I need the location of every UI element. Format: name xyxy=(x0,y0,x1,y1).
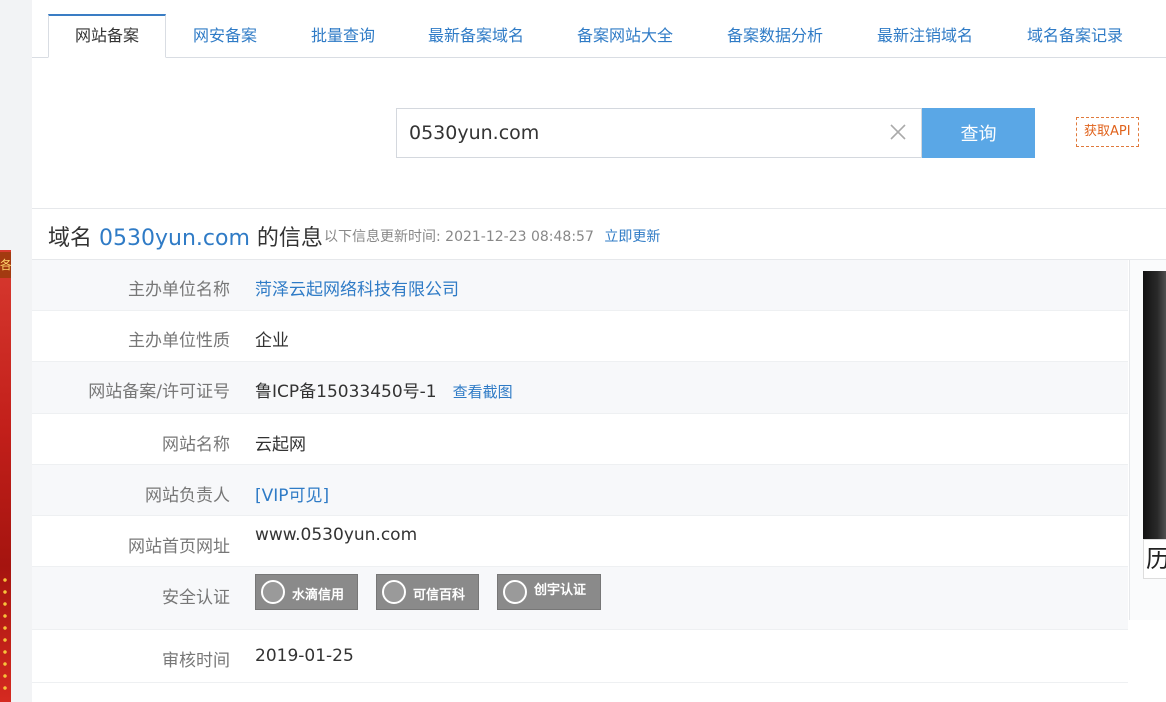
tab-security-filing[interactable]: 网安备案 xyxy=(166,14,284,58)
row-label: 安全认证 xyxy=(162,588,230,608)
main-panel: 网站备案 网安备案 批量查询 最新备案域名 备案网站大全 备案数据分析 最新注销… xyxy=(32,0,1166,702)
update-time: 2021-12-23 08:48:57 xyxy=(445,229,594,245)
search-box xyxy=(396,108,922,158)
badge-label: 水滴信用 xyxy=(292,588,345,603)
review-time-value: 2019-01-25 xyxy=(255,646,354,666)
v-shield-icon xyxy=(503,580,527,604)
view-screenshot-link[interactable]: 查看截图 xyxy=(453,383,513,401)
tab-domain-filing-records[interactable]: 域名备案记录 xyxy=(1000,14,1150,58)
title-domain: 0530yun.com xyxy=(99,226,250,251)
get-api-link[interactable]: 获取API xyxy=(1076,117,1139,147)
shuidi-credit-badge[interactable]: 水滴信用 xyxy=(255,574,358,610)
seal-icon xyxy=(382,580,406,604)
search-button[interactable]: 查询 xyxy=(922,108,1035,158)
chuangyu-cert-badge[interactable]: 创宇认证 xyxy=(497,574,601,610)
table-row: 安全认证 水滴信用 可信百科 创宇认证 xyxy=(32,567,1128,630)
row-label: 主办单位名称 xyxy=(128,280,230,300)
clear-icon[interactable] xyxy=(887,121,909,143)
row-label: 网站首页网址 xyxy=(128,537,230,557)
table-row: 网站负责人 [VIP可见] xyxy=(32,465,1128,516)
tab-latest-filing-domains[interactable]: 最新备案域名 xyxy=(402,14,550,58)
owner-vip-link[interactable]: [VIP可见] xyxy=(255,486,329,506)
update-info: 以下信息更新时间: 2021-12-23 08:48:57 立即更新 xyxy=(324,226,660,246)
side-photo[interactable] xyxy=(1143,271,1166,539)
water-drop-icon xyxy=(261,580,285,604)
tab-filing-site-directory[interactable]: 备案网站大全 xyxy=(550,14,700,58)
title-prefix: 域名 xyxy=(48,226,93,251)
trusted-baike-badge[interactable]: 可信百科 xyxy=(376,574,479,610)
info-header: 域名 0530yun.com 的信息 以下信息更新时间: 2021-12-23 … xyxy=(32,208,1166,260)
side-caption: 历 xyxy=(1143,539,1166,579)
ad-strip-decoration xyxy=(2,574,8,694)
table-row: 审核时间 2019-01-25 xyxy=(32,630,1128,683)
row-label: 主办单位性质 xyxy=(128,331,230,351)
tab-batch-query[interactable]: 批量查询 xyxy=(284,14,402,58)
row-label: 网站备案/许可证号 xyxy=(88,382,230,402)
table-row: 网站首页网址 www.0530yun.com xyxy=(32,516,1128,567)
sponsor-name-link[interactable]: 菏泽云起网络科技有限公司 xyxy=(255,280,459,300)
table-row: 网站备案/许可证号 鲁ICP备15033450号-1 查看截图 xyxy=(32,362,1128,414)
license-number: 鲁ICP备15033450号-1 xyxy=(255,382,437,402)
table-row: 主办单位名称 菏泽云起网络科技有限公司 xyxy=(32,260,1128,311)
site-name-value: 云起网 xyxy=(255,435,306,455)
sponsor-type-value: 企业 xyxy=(255,331,289,351)
side-card: 历 xyxy=(1129,260,1166,620)
page-title: 域名 0530yun.com 的信息 xyxy=(48,220,323,252)
homepage-url[interactable]: www.0530yun.com xyxy=(255,525,417,545)
table-row: 主办单位性质 企业 xyxy=(32,311,1128,362)
tab-latest-cancelled-domains[interactable]: 最新注销域名 xyxy=(850,14,1000,58)
tab-website-filing[interactable]: 网站备案 xyxy=(48,14,166,58)
table-row: 网站名称 云起网 xyxy=(32,414,1128,465)
ad-strip-glyph: 各 xyxy=(0,252,11,278)
tab-filing-data-analysis[interactable]: 备案数据分析 xyxy=(700,14,850,58)
domain-search-input[interactable] xyxy=(409,109,879,157)
row-label: 审核时间 xyxy=(162,651,230,671)
update-prefix: 以下信息更新时间: xyxy=(324,229,441,245)
refresh-now-link[interactable]: 立即更新 xyxy=(604,229,660,245)
row-label: 网站负责人 xyxy=(145,486,230,506)
table-row-cut-off xyxy=(32,682,1166,702)
badge-label: 可信百科 xyxy=(413,588,466,603)
tab-bar: 网站备案 网安备案 批量查询 最新备案域名 备案网站大全 备案数据分析 最新注销… xyxy=(32,0,1166,58)
badge-label: 创宇认证 xyxy=(534,583,587,598)
left-ad-strip[interactable]: 各 xyxy=(0,250,11,702)
row-label: 网站名称 xyxy=(162,435,230,455)
title-suffix: 的信息 xyxy=(256,226,323,251)
